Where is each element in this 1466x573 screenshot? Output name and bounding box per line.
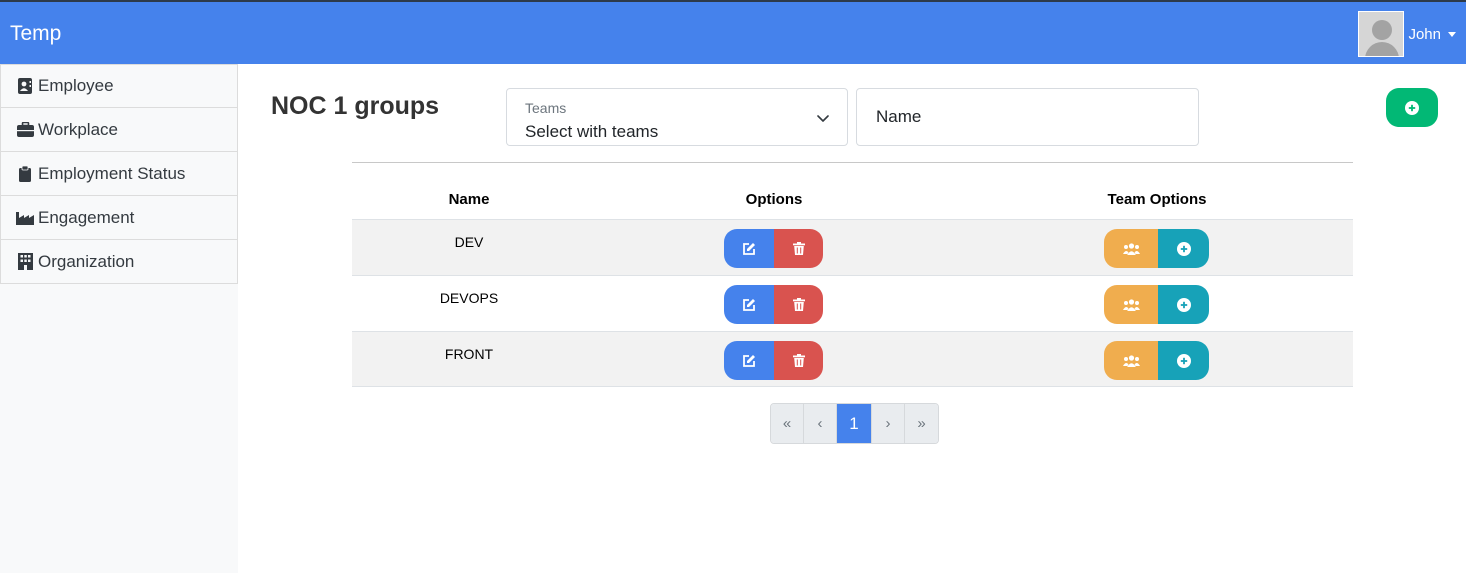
add-team-button[interactable]: [1158, 285, 1209, 324]
page-last-button[interactable]: »: [905, 404, 938, 443]
name-filter-input[interactable]: [856, 88, 1199, 146]
column-header-team-options: Team Options: [1107, 191, 1207, 208]
teams-select-label: Teams: [525, 100, 567, 116]
row-team-options-group: [1104, 341, 1209, 380]
sidebar-item-label: Employment Status: [38, 163, 186, 183]
sidebar-item-engagement[interactable]: Engagement: [0, 196, 238, 240]
team-members-button[interactable]: [1104, 285, 1158, 324]
trash-icon: [792, 298, 805, 311]
page-current-button[interactable]: 1: [837, 404, 872, 443]
teams-select-value: Select with teams: [525, 122, 659, 141]
sidebar-item-organization[interactable]: Organization: [0, 240, 238, 284]
sidebar-item-label: Engagement: [38, 207, 135, 227]
group-name: FRONT: [444, 346, 494, 362]
brand-title[interactable]: Temp: [10, 22, 61, 46]
row-options-group: [724, 229, 823, 268]
group-name: DEVOPS: [439, 290, 499, 306]
row-options-group: [724, 285, 823, 324]
users-icon: [1122, 242, 1140, 255]
delete-button[interactable]: [774, 229, 823, 268]
caret-down-icon[interactable]: [1448, 31, 1456, 37]
teams-select[interactable]: Teams Select with teams: [506, 88, 848, 146]
group-name: DEV: [454, 234, 484, 250]
delete-button[interactable]: [774, 285, 823, 324]
user-menu[interactable]: John: [1358, 10, 1456, 58]
page-title: NOC 1 groups: [271, 92, 440, 120]
sidebar: Employee Workplace Employment Status Eng…: [0, 64, 238, 573]
id-badge-icon: [16, 77, 34, 95]
plus-circle-icon: [1176, 353, 1191, 368]
add-group-button[interactable]: [1386, 88, 1438, 127]
add-team-button[interactable]: [1158, 341, 1209, 380]
sidebar-item-label: Employee: [38, 76, 114, 95]
trash-icon: [792, 242, 805, 255]
team-members-button[interactable]: [1104, 341, 1158, 380]
row-team-options-group: [1104, 229, 1209, 268]
sidebar-item-label: Organization: [38, 251, 135, 271]
plus-circle-icon: [1405, 100, 1419, 115]
clipboard-icon: [16, 165, 34, 183]
plus-circle-icon: [1176, 297, 1191, 312]
page-first-button[interactable]: «: [771, 404, 804, 443]
team-members-button[interactable]: [1104, 229, 1158, 268]
users-icon: [1122, 354, 1140, 367]
edit-button[interactable]: [724, 229, 774, 268]
table-row: FRONT: [352, 331, 1353, 387]
sidebar-item-workplace[interactable]: Workplace: [0, 108, 238, 152]
edit-icon: [743, 298, 755, 311]
edit-button[interactable]: [724, 341, 774, 380]
pagination: « ‹ 1 › »: [770, 403, 939, 444]
table-row: DEV: [352, 219, 1353, 275]
edit-icon: [743, 354, 755, 367]
sidebar-item-label: Workplace: [38, 119, 118, 139]
page-prev-button[interactable]: ‹: [804, 404, 837, 443]
column-header-options: Options: [745, 191, 803, 208]
column-header-name: Name: [448, 191, 490, 208]
page-next-button[interactable]: ›: [872, 404, 905, 443]
edit-button[interactable]: [724, 285, 774, 324]
top-navbar: Temp John: [0, 0, 1466, 64]
industry-icon: [16, 209, 34, 227]
briefcase-icon: [16, 121, 34, 139]
avatar[interactable]: [1358, 11, 1405, 57]
trash-icon: [792, 354, 805, 367]
delete-button[interactable]: [774, 341, 823, 380]
row-options-group: [724, 341, 823, 380]
chevron-down-icon: [817, 110, 829, 128]
table-row: DEVOPS: [352, 275, 1353, 331]
row-team-options-group: [1104, 285, 1209, 324]
edit-icon: [743, 242, 755, 255]
user-name[interactable]: John: [1408, 26, 1441, 43]
building-icon: [16, 253, 34, 271]
add-team-button[interactable]: [1158, 229, 1209, 268]
users-icon: [1122, 298, 1140, 311]
sidebar-item-employment-status[interactable]: Employment Status: [0, 152, 238, 196]
table-header: Name Options Team Options: [352, 162, 1353, 219]
plus-circle-icon: [1176, 241, 1191, 256]
groups-table: Name Options Team Options DEV DEVOPS FRO…: [352, 162, 1353, 387]
sidebar-item-employee[interactable]: Employee: [0, 64, 238, 108]
